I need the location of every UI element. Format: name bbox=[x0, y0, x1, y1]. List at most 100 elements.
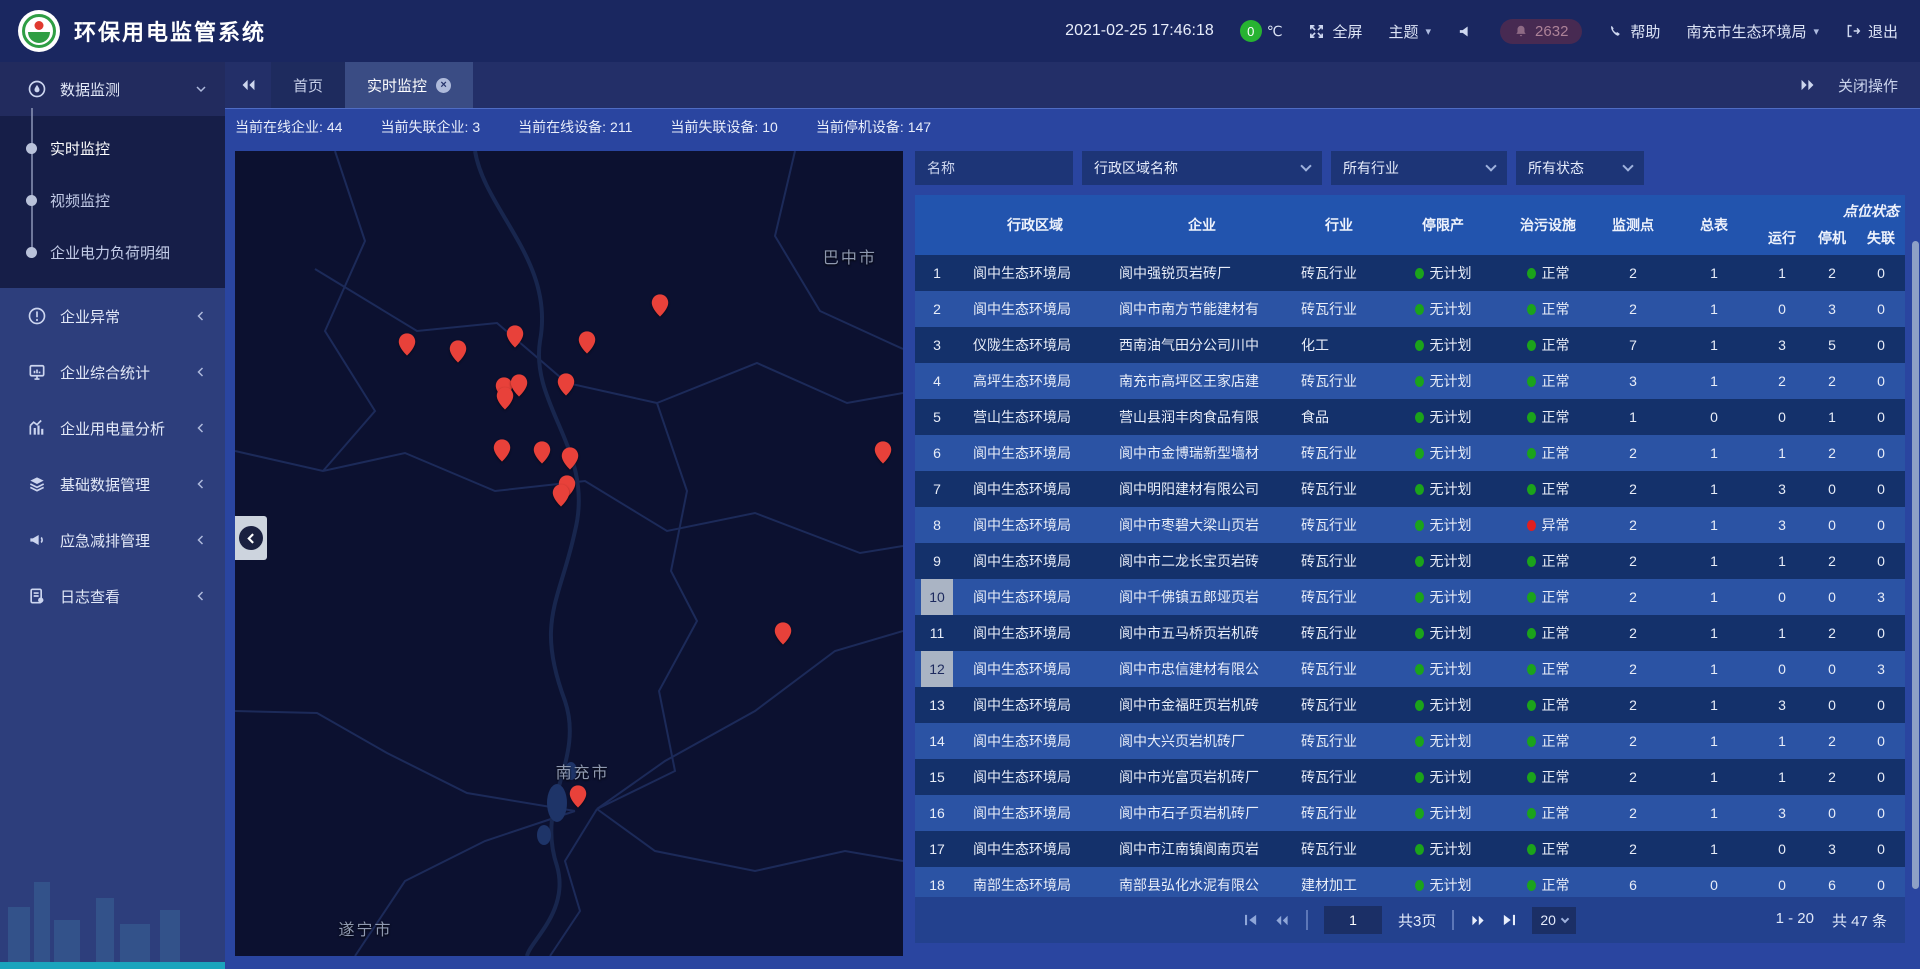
table-row-6[interactable]: 6 阆中生态环境局 阆中市金博瑞新型墙材 砖瓦行业 无计划 正常 2 1 1 2… bbox=[915, 435, 1905, 471]
map-pin-icon[interactable] bbox=[557, 372, 576, 397]
tabs-scroll-left-icon[interactable] bbox=[225, 62, 271, 108]
table-row-8[interactable]: 8 阆中生态环境局 阆中市枣碧大梁山页岩 砖瓦行业 无计划 异常 2 1 3 0… bbox=[915, 507, 1905, 543]
name-filter-input[interactable] bbox=[915, 151, 1073, 185]
organization-dropdown[interactable]: 南充市生态环境局 ▾ bbox=[1686, 21, 1819, 42]
cell-halt: 2 bbox=[1807, 615, 1857, 651]
col-header-stop-plan[interactable]: 停限产 bbox=[1385, 195, 1501, 255]
tab-0[interactable]: 首页 bbox=[271, 62, 345, 108]
map-pin-icon[interactable] bbox=[560, 446, 579, 471]
cell-stop-plan: 无计划 bbox=[1430, 623, 1472, 643]
map-pin-icon[interactable] bbox=[397, 332, 416, 357]
table-row-10[interactable]: 10 阆中生态环境局 阆中千佛镇五郎垭页岩 砖瓦行业 无计划 正常 2 1 0 … bbox=[915, 579, 1905, 615]
map-pin-icon[interactable] bbox=[578, 330, 597, 355]
map-roads bbox=[235, 151, 903, 956]
map-pin-icon[interactable] bbox=[650, 293, 669, 318]
col-header-facility[interactable]: 治污设施 bbox=[1501, 195, 1595, 255]
table-row-12[interactable]: 12 阆中生态环境局 阆中市忠信建材有限公 砖瓦行业 无计划 正常 2 1 0 … bbox=[915, 651, 1905, 687]
map-pin-icon[interactable] bbox=[505, 324, 524, 349]
col-header-run[interactable]: 运行 bbox=[1757, 221, 1807, 255]
table-row-2[interactable]: 2 阆中生态环境局 阆中市南方节能建材有 砖瓦行业 无计划 正常 2 1 0 3… bbox=[915, 291, 1905, 327]
table-row-13[interactable]: 13 阆中生态环境局 阆中市金福旺页岩机砖 砖瓦行业 无计划 正常 2 1 3 … bbox=[915, 687, 1905, 723]
table-scrollbar[interactable] bbox=[1912, 241, 1919, 889]
help-button[interactable]: 帮助 bbox=[1608, 21, 1660, 42]
table-row-18[interactable]: 18 南部生态环境局 南部县弘化水泥有限公 建材加工 无计划 正常 6 0 0 … bbox=[915, 867, 1905, 897]
page-size-select[interactable]: 20 bbox=[1532, 907, 1576, 934]
sidebar-subitem-2[interactable]: 企业电力负荷明细 bbox=[0, 226, 225, 278]
table-row-15[interactable]: 15 阆中生态环境局 阆中市光富页岩机砖厂 砖瓦行业 无计划 正常 2 1 1 … bbox=[915, 759, 1905, 795]
table-row-14[interactable]: 14 阆中生态环境局 阆中大兴页岩机砖厂 砖瓦行业 无计划 正常 2 1 1 2… bbox=[915, 723, 1905, 759]
prev-page-icon[interactable] bbox=[1274, 914, 1290, 927]
col-header-monitor[interactable]: 监测点 bbox=[1595, 195, 1671, 255]
tabs-scroll-right-icon[interactable] bbox=[1799, 78, 1816, 92]
table-row-17[interactable]: 17 阆中生态环境局 阆中市江南镇阆南页岩 砖瓦行业 无计划 正常 2 1 0 … bbox=[915, 831, 1905, 867]
next-page-icon[interactable] bbox=[1470, 914, 1486, 927]
close-operations-button[interactable]: 关闭操作 bbox=[1838, 75, 1898, 96]
cell-monitor-points: 2 bbox=[1595, 471, 1671, 507]
cell-run: 1 bbox=[1757, 255, 1807, 291]
map-pin-icon[interactable] bbox=[492, 438, 511, 463]
chevron-left-icon bbox=[195, 534, 207, 546]
page-number-input[interactable] bbox=[1324, 906, 1382, 934]
cell-industry: 砖瓦行业 bbox=[1293, 651, 1385, 687]
cell-total-meter: 1 bbox=[1671, 759, 1757, 795]
table-row-5[interactable]: 5 营山生态环境局 营山县润丰肉食品有限 食品 无计划 正常 1 0 0 1 0 bbox=[915, 399, 1905, 435]
theme-dropdown[interactable]: 主题 ▾ bbox=[1389, 21, 1432, 42]
first-page-icon[interactable] bbox=[1244, 914, 1258, 926]
table-row-11[interactable]: 11 阆中生态环境局 阆中市五马桥页岩机砖 砖瓦行业 无计划 正常 2 1 1 … bbox=[915, 615, 1905, 651]
col-header-industry[interactable]: 行业 bbox=[1293, 195, 1385, 255]
cell-region: 阆中生态环境局 bbox=[959, 435, 1111, 471]
map-pin-icon[interactable] bbox=[551, 483, 570, 508]
cell-monitor-points: 2 bbox=[1595, 687, 1671, 723]
sidebar-item-5[interactable]: 应急减排管理 bbox=[0, 512, 225, 568]
group-header-point-status: 点位状态 bbox=[1757, 195, 1905, 221]
sidebar-item-3[interactable]: 企业用电量分析 bbox=[0, 400, 225, 456]
facility-status-dot bbox=[1527, 304, 1536, 315]
app-header: 环保用电监管系统 2021-02-25 17:46:18 0 ℃ 全屏 主题 ▾… bbox=[0, 0, 1920, 62]
sidebar-item-6[interactable]: 日志查看 bbox=[0, 568, 225, 624]
industry-filter-select[interactable]: 所有行业 bbox=[1331, 151, 1507, 185]
col-header-region[interactable]: 行政区域 bbox=[959, 195, 1111, 255]
col-header-meter[interactable]: 总表 bbox=[1671, 195, 1757, 255]
cell-halt: 0 bbox=[1807, 651, 1857, 687]
table-row-9[interactable]: 9 阆中生态环境局 阆中市二龙长宝页岩砖 砖瓦行业 无计划 正常 2 1 1 2… bbox=[915, 543, 1905, 579]
table-row-16[interactable]: 16 阆中生态环境局 阆中市石子页岩机砖厂 砖瓦行业 无计划 正常 2 1 3 … bbox=[915, 795, 1905, 831]
map-pin-icon[interactable] bbox=[533, 440, 552, 465]
col-header-company[interactable]: 企业 bbox=[1111, 195, 1293, 255]
filter-bar: 行政区域名称 所有行业 所有状态 bbox=[915, 151, 1905, 185]
status-filter-select[interactable]: 所有状态 bbox=[1516, 151, 1644, 185]
speaker-icon[interactable] bbox=[1457, 23, 1474, 40]
col-header-lost[interactable]: 失联 bbox=[1857, 221, 1905, 255]
map-pin-icon[interactable] bbox=[568, 784, 587, 809]
map-collapse-handle[interactable] bbox=[235, 516, 267, 560]
cell-run: 3 bbox=[1757, 795, 1807, 831]
fullscreen-button[interactable]: 全屏 bbox=[1308, 21, 1362, 42]
map-pin-icon[interactable] bbox=[449, 339, 468, 364]
table-row-1[interactable]: 1 阆中生态环境局 阆中强锐页岩砖厂 砖瓦行业 无计划 正常 2 1 1 2 0 bbox=[915, 255, 1905, 291]
tab-close-icon[interactable]: × bbox=[436, 78, 451, 93]
table-row-4[interactable]: 4 高坪生态环境局 南充市高坪区王家店建 砖瓦行业 无计划 正常 3 1 2 2… bbox=[915, 363, 1905, 399]
stop-plan-status-dot bbox=[1415, 772, 1424, 783]
tab-1[interactable]: 实时监控 × bbox=[345, 62, 473, 108]
sidebar-subitem-1[interactable]: 视频监控 bbox=[0, 174, 225, 226]
sidebar-item-4[interactable]: 基础数据管理 bbox=[0, 456, 225, 512]
logout-button[interactable]: 退出 bbox=[1845, 21, 1898, 42]
row-index: 15 bbox=[921, 759, 953, 795]
cell-run: 0 bbox=[1757, 831, 1807, 867]
sidebar-subitem-0[interactable]: 实时监控 bbox=[0, 122, 225, 174]
sidebar-item-0[interactable]: 数据监测 bbox=[0, 62, 225, 116]
table-row-7[interactable]: 7 阆中生态环境局 阆中明阳建材有限公司 砖瓦行业 无计划 正常 2 1 3 0… bbox=[915, 471, 1905, 507]
sidebar-item-1[interactable]: 企业异常 bbox=[0, 288, 225, 344]
map-pin-icon[interactable] bbox=[873, 440, 892, 465]
cell-total-meter: 1 bbox=[1671, 579, 1757, 615]
row-index: 14 bbox=[921, 723, 953, 759]
sidebar-item-2[interactable]: 企业综合统计 bbox=[0, 344, 225, 400]
col-header-halt[interactable]: 停机 bbox=[1807, 221, 1857, 255]
notifications-button[interactable]: 2632 bbox=[1500, 19, 1582, 44]
last-page-icon[interactable] bbox=[1502, 914, 1516, 926]
map-panel[interactable]: 巴中市南充市遂宁市 bbox=[235, 151, 903, 956]
row-index: 9 bbox=[921, 543, 953, 579]
table-row-3[interactable]: 3 仪陇生态环境局 西南油气田分公司川中 化工 无计划 正常 7 1 3 5 0 bbox=[915, 327, 1905, 363]
region-filter-select[interactable]: 行政区域名称 bbox=[1082, 151, 1322, 185]
map-pin-icon[interactable] bbox=[495, 386, 514, 411]
map-pin-icon[interactable] bbox=[774, 621, 793, 646]
